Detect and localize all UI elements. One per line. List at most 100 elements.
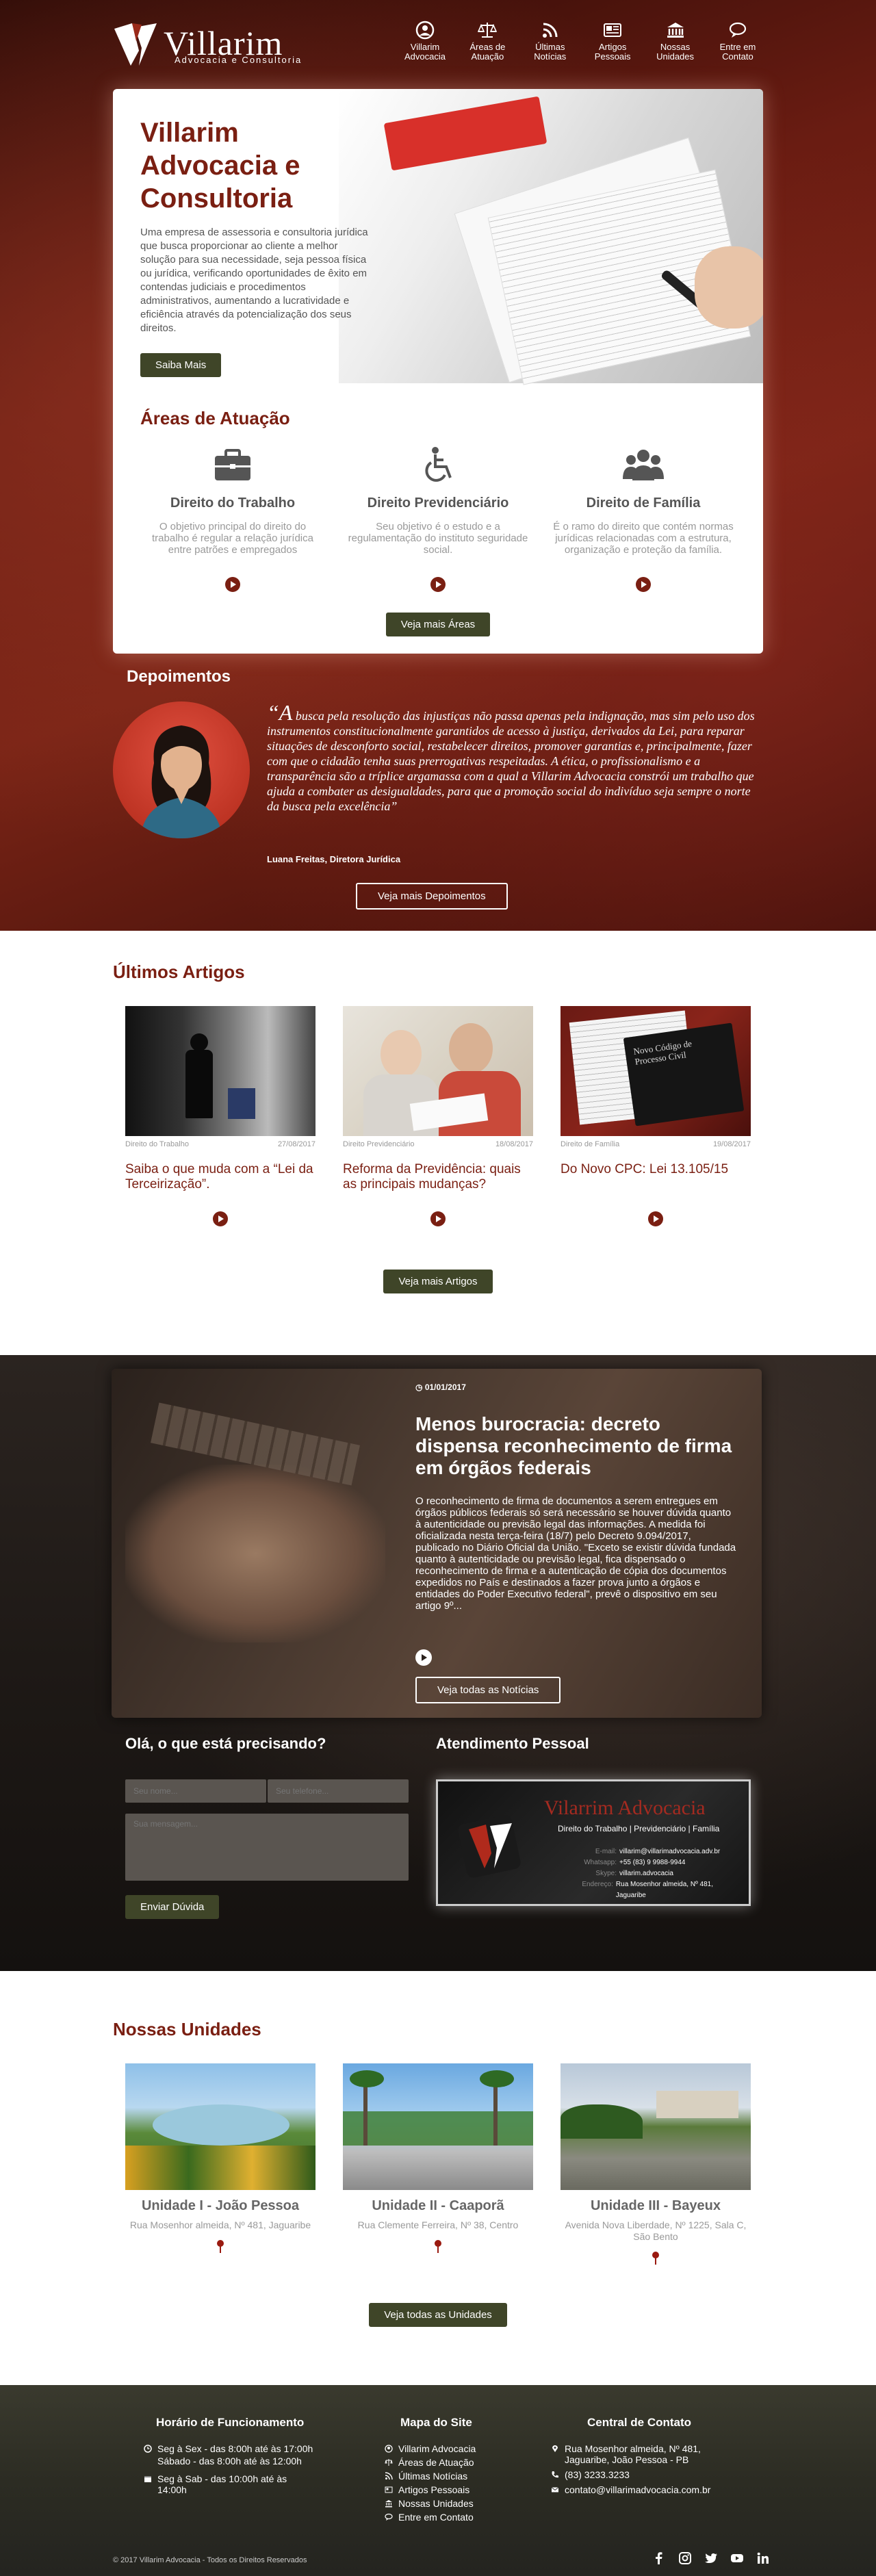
article-image [125,1006,315,1136]
nav-item-villarim[interactable]: Villarim Advocacia [398,21,452,68]
mapa-title: Mapa do Site [400,2416,472,2429]
card-value: Rua Mosenhor almeida, Nº 481, Jaguaribe [615,1881,713,1899]
contact-title: Olá, o que está precisando? [125,1735,326,1752]
unit-address: Avenida Nova Liberdade, Nº 1225, Sala C,… [565,2219,747,2242]
nav-item-areas[interactable]: Áreas de Atuação [461,21,514,68]
nav-item-unidades[interactable]: Nossas Unidades [649,21,702,68]
card-value: +55 (83) 9 9988-9944 [619,1859,686,1866]
areas-title: Áreas de Atuação [140,408,290,428]
logo[interactable]: Villarim Advocacia e Consultoria [112,21,324,68]
horario-item: Seg à Sex - das 8:00h até às 17:00h [157,2443,313,2454]
footer-link[interactable]: Artigos Pessoais [385,2484,476,2495]
phone-input[interactable] [268,1779,409,1803]
news-title[interactable]: Menos burocracia: decreto dispensa recon… [415,1413,737,1479]
enviar-duvida-button[interactable]: Enviar Dúvida [125,1895,220,1919]
footer-link[interactable]: Últimas Notícias [385,2471,476,2482]
map-pin-icon[interactable] [216,2239,225,2253]
footer-link[interactable]: Nossas Unidades [385,2498,476,2509]
unit-address: Rua Clemente Ferreira, Nº 38, Centro [357,2219,519,2230]
unit-title: Unidade II - Caaporã [372,2198,504,2213]
user-icon [415,21,435,40]
nav-label: Nossas Unidades [656,42,695,62]
footer-link-label: Áreas de Atuação [398,2457,474,2468]
arrow-right-icon[interactable] [225,577,240,592]
footer-link[interactable]: Entre em Contato [385,2512,476,2523]
arrow-right-icon[interactable] [415,1649,432,1666]
article-meta: Direito de Família 19/08/2017 [561,1140,751,1148]
veja-mais-artigos-button[interactable]: Veja mais Artigos [383,1270,493,1293]
arrow-right-icon[interactable] [430,577,446,592]
youtube-icon[interactable] [730,2551,744,2565]
news-date-text: 01/01/2017 [424,1382,466,1392]
logo-icon [114,23,157,66]
veja-mais-areas-button[interactable]: Veja mais Áreas [385,613,491,636]
nav-item-artigos[interactable]: Artigos Pessoais [586,21,639,68]
message-input[interactable] [125,1814,409,1881]
footer-link-label: Nossas Unidades [398,2498,474,2509]
artigos-title: Últimos Artigos [113,962,245,982]
nav-label: Últimas Notícias [534,42,567,62]
depoimentos-title: Depoimentos [127,667,231,686]
unit-image [343,2063,533,2190]
nav-item-contato[interactable]: Entre em Contato [711,21,764,68]
card-value: villarim.advocacia [619,1870,673,1877]
central-phone[interactable]: (83) 3233.3233 [565,2469,630,2480]
footer-link[interactable]: Áreas de Atuação [385,2457,476,2468]
arrow-right-icon[interactable] [213,1211,228,1226]
nav-item-noticias[interactable]: Últimas Notícias [524,21,577,68]
veja-mais-depoimentos-button[interactable]: Veja mais Depoimentos [356,883,508,910]
briefcase-icon [215,449,250,480]
article-card[interactable]: Direito Previdenciário 18/08/2017 Reform… [343,1006,533,1230]
units-list: Unidade I - João Pessoa Rua Mosenhor alm… [125,2063,751,2268]
articles-list: Direito do Trabalho 27/08/2017 Saiba o q… [125,1006,751,1230]
clock-icon [144,2445,152,2453]
unit-card[interactable]: Unidade II - Caaporã Rua Clemente Ferrei… [343,2063,533,2268]
article-image [343,1006,533,1136]
business-card: Vilarrim Advocacia Direito do Trabalho |… [436,1779,751,1906]
nav-label: Áreas de Atuação [469,42,506,62]
name-input[interactable] [125,1779,266,1803]
arrow-right-icon[interactable] [648,1211,663,1226]
saiba-mais-button[interactable]: Saiba Mais [140,353,222,377]
newspaper-icon [604,23,622,37]
arrow-right-icon[interactable] [430,1211,446,1226]
areas-list: Direito do Trabalho O objetivo principal… [140,445,736,595]
map-pin-icon[interactable] [433,2239,443,2253]
area-description: É o ramo do direito que contém normas ju… [553,521,734,556]
header: Villarim Advocacia e Consultoria Villari… [0,0,876,82]
veja-todas-noticias-button[interactable]: Veja todas as Notícias [415,1677,561,1703]
mapa-list: Villarim Advocacia Áreas de Atuação Últi… [385,2443,476,2525]
facebook-icon[interactable] [652,2551,666,2565]
article-meta: Direito do Trabalho 27/08/2017 [125,1140,315,1148]
article-title[interactable]: Do Novo CPC: Lei 13.105/15 [561,1162,751,1203]
unit-image [125,2063,315,2190]
envelope-icon [551,2487,559,2493]
horario-list: Seg à Sex - das 8:00h até às 17:00h Sába… [144,2443,328,2498]
instagram-icon[interactable] [678,2551,692,2565]
unit-card[interactable]: Unidade I - João Pessoa Rua Mosenhor alm… [125,2063,315,2268]
article-title[interactable]: Saiba o que muda com a “Lei da Terceiriz… [125,1162,315,1203]
map-pin-icon[interactable] [651,2251,660,2265]
article-date: 18/08/2017 [495,1140,533,1148]
area-description: O objetivo principal do direito do traba… [152,521,313,556]
central-email[interactable]: contato@villarimadvocacia.com.br [565,2484,710,2495]
twitter-icon[interactable] [704,2551,718,2565]
unit-card[interactable]: Unidade III - Bayeux Avenida Nova Liberd… [561,2063,751,2268]
area-title: Direito Previdenciário [367,495,509,511]
article-title[interactable]: Reforma da Previdência: quais as princip… [343,1162,533,1203]
linkedin-icon[interactable] [756,2551,770,2565]
article-card[interactable]: Novo Código de Processo Civil Direito de… [561,1006,751,1230]
card-company-name: Vilarrim Advocacia [544,1796,706,1819]
article-card[interactable]: Direito do Trabalho 27/08/2017 Saiba o q… [125,1006,315,1230]
footer-link[interactable]: Villarim Advocacia [385,2443,476,2454]
veja-todas-unidades-button[interactable]: Veja todas as Unidades [369,2303,507,2327]
news-date: ◷ 01/01/2017 [415,1382,466,1392]
article-meta: Direito Previdenciário 18/08/2017 [343,1140,533,1148]
quote-text: busca pela resolução das injustiças não … [267,709,755,813]
main-nav: Villarim Advocacia Áreas de Atuação Últi… [398,21,764,68]
bank-icon [667,23,684,38]
arrow-right-icon[interactable] [636,577,651,592]
testimonial-avatar [113,701,250,838]
area-title: Direito de Família [586,495,701,511]
card-label: Endereço: [582,1881,613,1888]
